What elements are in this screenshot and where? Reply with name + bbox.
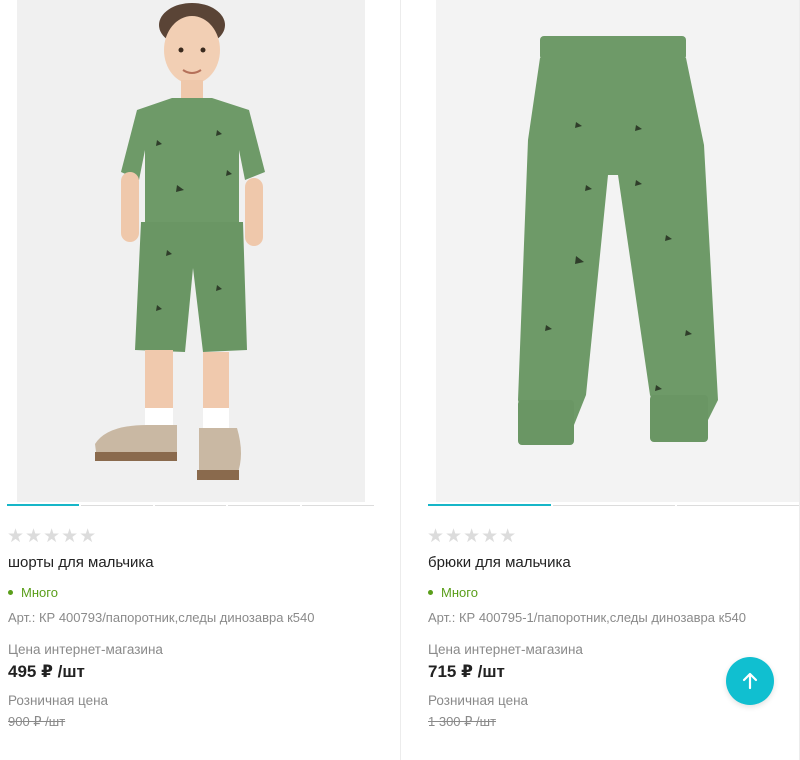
- arrow-up-icon: [742, 672, 758, 690]
- product-title[interactable]: шорты для мальчика: [8, 554, 154, 571]
- image-dot[interactable]: [80, 505, 153, 506]
- online-price: 715 ₽ /шт: [428, 662, 505, 681]
- image-dot-active[interactable]: [7, 504, 79, 506]
- stock-label: Много: [21, 585, 58, 600]
- retail-price-label: Розничная цена: [8, 693, 109, 708]
- stock-status: Много: [428, 585, 478, 600]
- card-divider: [400, 0, 401, 760]
- scroll-to-top-button[interactable]: [726, 657, 774, 705]
- product-card[interactable]: ★★★★★ брюки для мальчика Много Арт.: КР …: [410, 0, 800, 760]
- online-price: 495 ₽ /шт: [8, 662, 85, 681]
- retail-price: 1 300 ₽ /шт: [428, 714, 497, 729]
- image-pagination: [428, 504, 800, 506]
- stock-dot-icon: [428, 590, 433, 595]
- product-grid: ★★★★★ шорты для мальчика Много Арт.: КР …: [0, 0, 800, 760]
- product-image[interactable]: [436, 0, 799, 502]
- image-dot-active[interactable]: [428, 504, 551, 506]
- product-title[interactable]: брюки для мальчика: [428, 554, 571, 571]
- product-photo-boy-shorts: [17, 0, 365, 502]
- product-image[interactable]: [17, 0, 365, 502]
- stock-label: Много: [441, 585, 478, 600]
- online-price-label: Цена интернет-магазина: [428, 642, 583, 657]
- rating-stars: ★★★★★: [7, 526, 98, 547]
- product-card[interactable]: ★★★★★ шорты для мальчика Много Арт.: КР …: [0, 0, 390, 760]
- stock-status: Много: [8, 585, 58, 600]
- image-pagination: [7, 504, 374, 506]
- product-article: Арт.: КР 400795-1/папоротник,следы диноз…: [428, 610, 747, 625]
- image-dot[interactable]: [228, 505, 301, 506]
- product-article: Арт.: КР 400793/папоротник,следы динозав…: [8, 610, 315, 625]
- product-photo-pants: [436, 0, 799, 502]
- image-dot[interactable]: [154, 505, 227, 506]
- online-price-label: Цена интернет-магазина: [8, 642, 163, 657]
- retail-price-label: Розничная цена: [428, 693, 529, 708]
- retail-price: 900 ₽ /шт: [8, 714, 66, 729]
- image-dot[interactable]: [677, 505, 800, 506]
- stock-dot-icon: [8, 590, 13, 595]
- rating-stars: ★★★★★: [427, 526, 518, 547]
- image-dot[interactable]: [552, 505, 676, 506]
- image-dot[interactable]: [302, 505, 374, 506]
